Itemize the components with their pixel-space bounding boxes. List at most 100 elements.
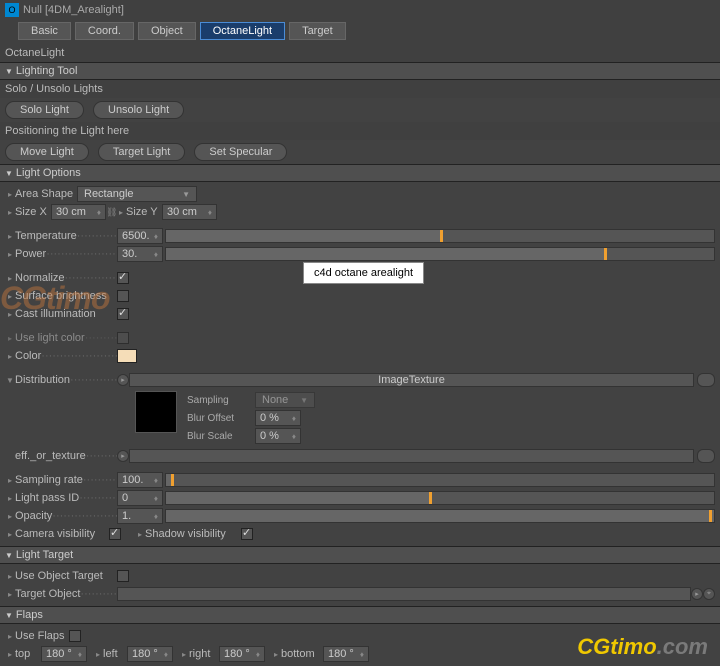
use-obj-target-checkbox[interactable] [117, 570, 129, 582]
section-light-target[interactable]: Light Target [0, 546, 720, 564]
shadow-vis-checkbox[interactable] [241, 528, 253, 540]
expand-button[interactable]: ▸ [117, 374, 129, 386]
sampling-rate-field[interactable]: 100.♦ [117, 472, 163, 488]
pick-button[interactable]: ▸ [691, 588, 703, 600]
use-flaps-checkbox[interactable] [69, 630, 81, 642]
spinner-icon[interactable]: ♦ [164, 650, 168, 659]
light-pass-id-field[interactable]: 0♦ [117, 490, 163, 506]
flap-bottom-label: bottom [281, 648, 323, 660]
eyedropper-icon[interactable]: ⌖ [703, 588, 715, 600]
disclosure-icon[interactable]: ▸ [5, 650, 15, 659]
color-label: Color [15, 350, 41, 362]
spinner-icon[interactable]: ♦ [97, 208, 101, 217]
disclosure-icon[interactable]: ▼ [5, 376, 15, 385]
disclosure-icon[interactable]: ▸ [5, 310, 15, 319]
disclosure-icon[interactable]: ▸ [5, 274, 15, 283]
disclosure-icon[interactable]: ▸ [135, 530, 145, 539]
spinner-icon[interactable]: ♦ [154, 476, 158, 485]
disclosure-icon[interactable]: ▸ [5, 232, 15, 241]
light-pass-id-slider[interactable] [165, 491, 715, 505]
area-shape-dropdown[interactable]: Rectangle▼ [77, 186, 197, 202]
disclosure-icon[interactable]: ▸ [5, 632, 15, 641]
tab-octanelight[interactable]: OctaneLight [200, 22, 285, 40]
tab-object[interactable]: Object [138, 22, 196, 40]
sampling-rate-slider[interactable] [165, 473, 715, 487]
disclosure-icon[interactable]: ▸ [271, 650, 281, 659]
positioning-title: Positioning the Light here [0, 122, 720, 140]
disclosure-icon[interactable]: ▸ [5, 208, 15, 217]
spinner-icon[interactable]: ♦ [292, 432, 296, 441]
target-obj-field[interactable] [117, 587, 691, 601]
distribution-menu-button[interactable] [697, 373, 715, 387]
opacity-label: Opacity [15, 510, 52, 522]
sizey-field[interactable]: 30 cm♦ [162, 204, 217, 220]
disclosure-icon[interactable]: ▸ [116, 208, 126, 217]
power-slider[interactable] [165, 247, 715, 261]
solo-title: Solo / Unsolo Lights [0, 80, 720, 98]
opacity-field[interactable]: 1.♦ [117, 508, 163, 524]
disclosure-icon[interactable]: ▸ [5, 190, 15, 199]
flap-left-field[interactable]: 180 °♦ [127, 646, 173, 662]
spinner-icon[interactable]: ♦ [78, 650, 82, 659]
disclosure-icon[interactable]: ▸ [5, 334, 15, 343]
disclosure-icon[interactable]: ▸ [93, 650, 103, 659]
use-flaps-label: Use Flaps [15, 630, 69, 642]
panel-name: OctaneLight [0, 44, 720, 62]
disclosure-icon[interactable]: ▸ [5, 494, 15, 503]
sizex-field[interactable]: 30 cm♦ [51, 204, 106, 220]
sampling-dropdown[interactable]: None▼ [255, 392, 315, 408]
set-specular-button[interactable]: Set Specular [194, 143, 287, 161]
disclosure-icon[interactable]: ▸ [5, 476, 15, 485]
normalize-checkbox[interactable] [117, 272, 129, 284]
camera-vis-checkbox[interactable] [109, 528, 121, 540]
power-field[interactable]: 30.♦ [117, 246, 163, 262]
spinner-icon[interactable]: ♦ [154, 494, 158, 503]
section-flaps[interactable]: Flaps [0, 606, 720, 624]
unsolo-light-button[interactable]: Unsolo Light [93, 101, 184, 119]
section-lighting-tool[interactable]: Lighting Tool [0, 62, 720, 80]
cast-illum-checkbox[interactable] [117, 308, 129, 320]
tab-basic[interactable]: Basic [18, 22, 71, 40]
eff-or-texture-field[interactable] [129, 449, 694, 463]
blur-scale-field[interactable]: 0 %♦ [255, 428, 301, 444]
disclosure-icon[interactable]: ▸ [5, 530, 15, 539]
flap-bottom-field[interactable]: 180 °♦ [323, 646, 369, 662]
section-light-options[interactable]: Light Options [0, 164, 720, 182]
disclosure-icon[interactable]: ▸ [5, 590, 15, 599]
eff-or-texture-menu-button[interactable] [697, 449, 715, 463]
move-light-button[interactable]: Move Light [5, 143, 89, 161]
spinner-icon[interactable]: ♦ [292, 414, 296, 423]
link-icon: ⛓ [106, 207, 116, 218]
disclosure-icon[interactable]: ▸ [5, 292, 15, 301]
expand-button[interactable]: ▸ [117, 450, 129, 462]
temperature-field[interactable]: 6500.♦ [117, 228, 163, 244]
surface-brightness-checkbox[interactable] [117, 290, 129, 302]
distribution-thumbnail[interactable] [135, 391, 177, 433]
target-light-button[interactable]: Target Light [98, 143, 185, 161]
disclosure-icon[interactable]: ▸ [5, 250, 15, 259]
surface-brightness-label: Surface brightness [15, 290, 107, 302]
tab-coord[interactable]: Coord. [75, 22, 134, 40]
spinner-icon[interactable]: ♦ [154, 250, 158, 259]
spinner-icon[interactable]: ♦ [154, 512, 158, 521]
distribution-field[interactable]: ImageTexture [129, 373, 694, 387]
spinner-icon[interactable]: ♦ [154, 232, 158, 241]
flap-right-field[interactable]: 180 °♦ [219, 646, 265, 662]
flap-top-field[interactable]: 180 °♦ [41, 646, 87, 662]
disclosure-icon[interactable]: ▸ [5, 572, 15, 581]
sizex-label: Size X [15, 206, 51, 218]
disclosure-icon[interactable]: ▸ [5, 512, 15, 521]
color-swatch[interactable] [117, 349, 137, 363]
tab-target[interactable]: Target [289, 22, 346, 40]
spinner-icon[interactable]: ♦ [208, 208, 212, 217]
use-light-color-checkbox[interactable] [117, 332, 129, 344]
solo-light-button[interactable]: Solo Light [5, 101, 84, 119]
opacity-slider[interactable] [165, 509, 715, 523]
disclosure-icon[interactable]: ▸ [5, 352, 15, 361]
temperature-slider[interactable] [165, 229, 715, 243]
flap-top-label: top [15, 648, 41, 660]
disclosure-icon[interactable]: ▸ [179, 650, 189, 659]
spinner-icon[interactable]: ♦ [360, 650, 364, 659]
blur-offset-field[interactable]: 0 %♦ [255, 410, 301, 426]
spinner-icon[interactable]: ♦ [256, 650, 260, 659]
